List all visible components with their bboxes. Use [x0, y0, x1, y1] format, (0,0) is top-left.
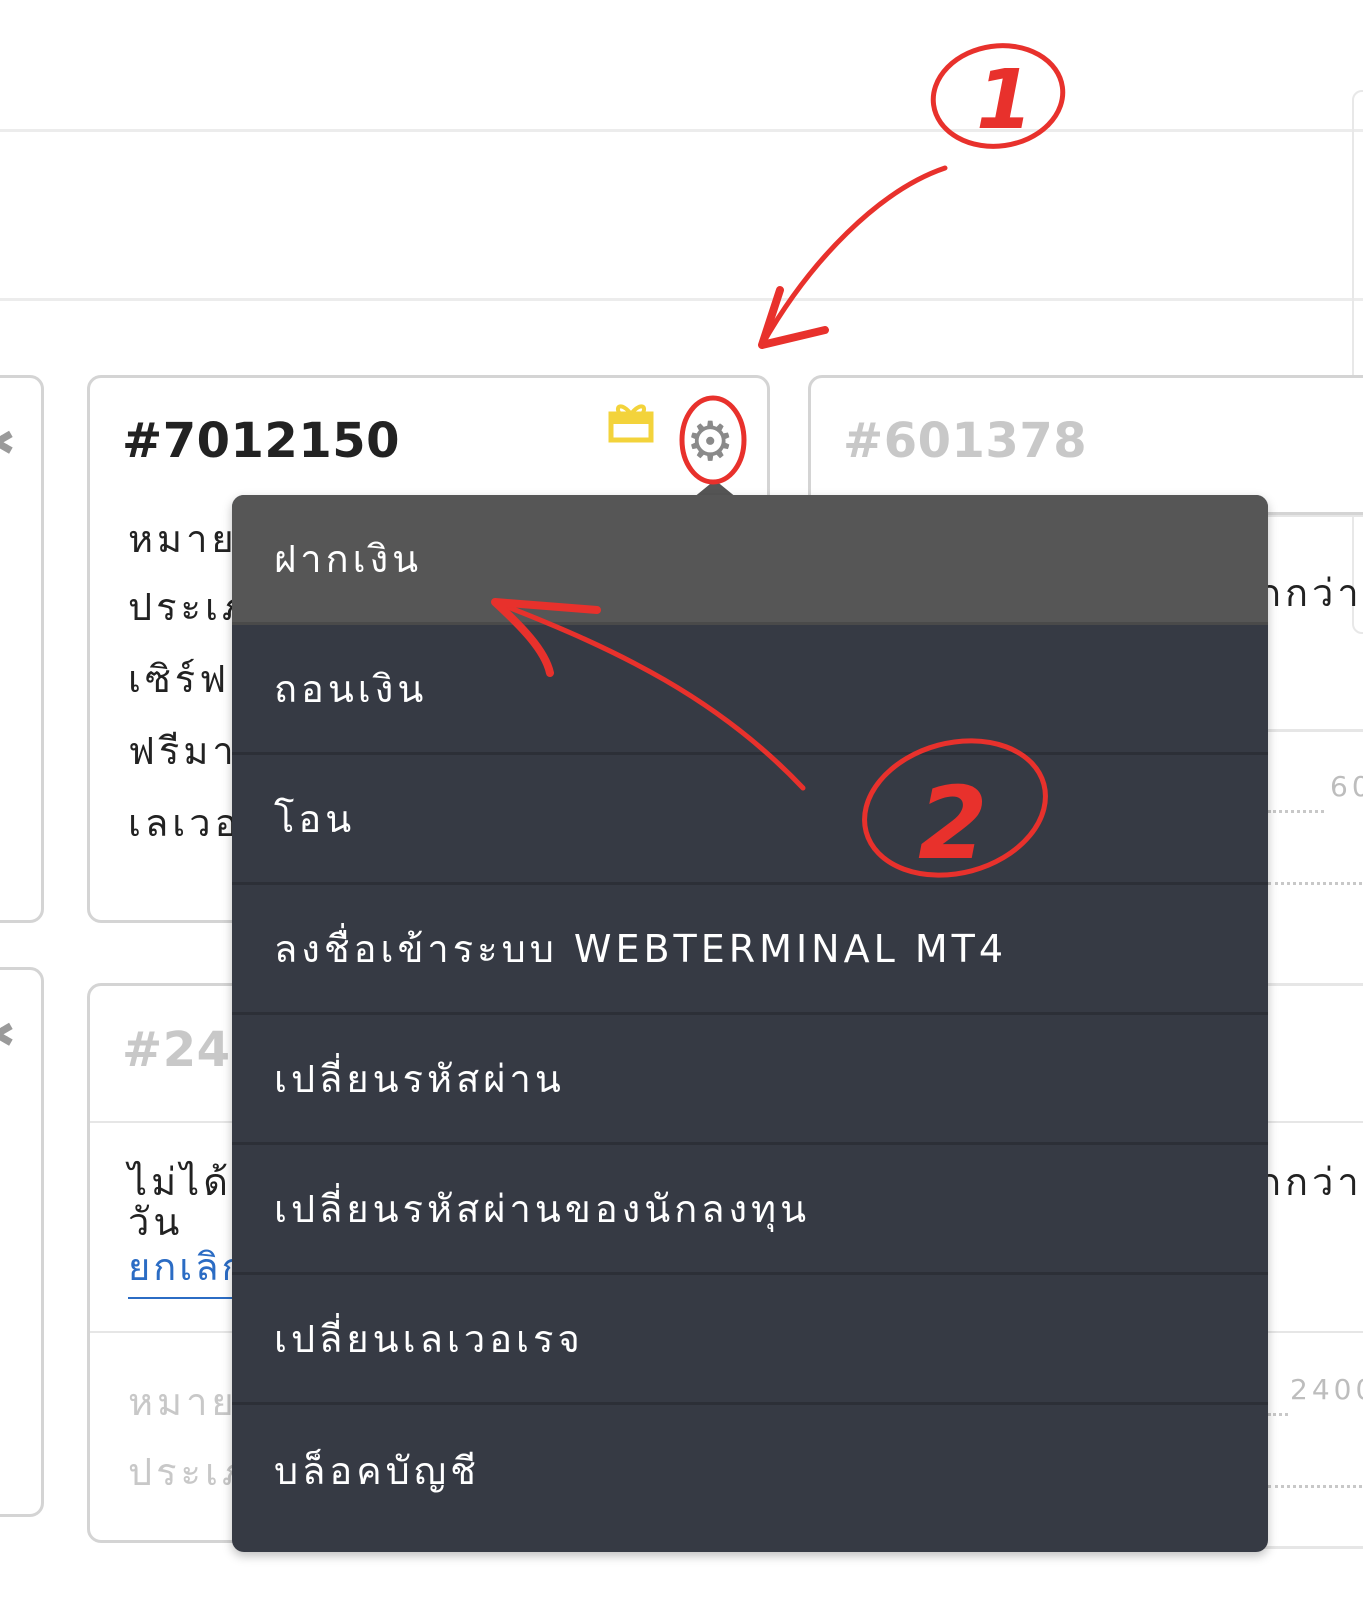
- annotation-label-1: 1: [976, 53, 1033, 148]
- annotation-label-2: 2: [918, 765, 988, 882]
- annotation-circle-gear: [679, 395, 747, 485]
- annotation-overlay: 1 2: [491, 43, 1066, 882]
- annotation-arrow-2: [492, 599, 806, 791]
- annotation-arrow-1: [759, 165, 948, 348]
